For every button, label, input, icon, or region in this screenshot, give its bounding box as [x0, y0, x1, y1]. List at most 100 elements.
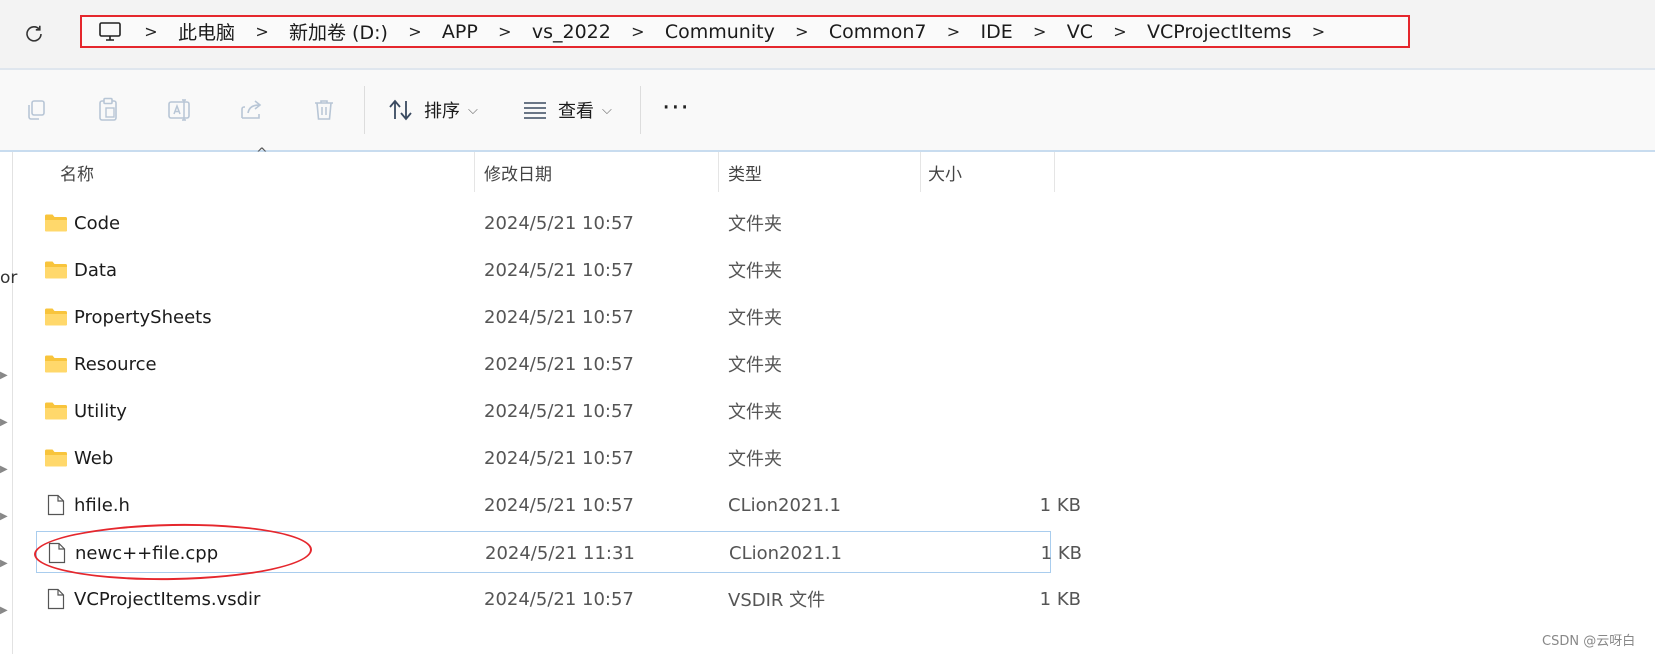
navigation-pane-edge[interactable] — [12, 152, 13, 654]
sort-icon — [389, 99, 412, 121]
breadcrumb-separator[interactable]: > — [1093, 22, 1147, 41]
file-name: Code — [74, 212, 121, 234]
file-name: Utility — [74, 400, 127, 422]
table-row[interactable]: PropertySheets 2024/5/21 10:57 文件夹 — [36, 296, 1051, 338]
view-list-icon — [524, 102, 546, 119]
file-size — [916, 343, 1081, 385]
table-row[interactable]: Web 2024/5/21 10:57 文件夹 — [36, 437, 1051, 479]
column-resize-handle[interactable] — [474, 152, 475, 192]
column-header-date[interactable]: 修改日期 — [484, 152, 714, 192]
expand-arrow-icon[interactable]: ▶ — [0, 370, 8, 381]
file-name: Web — [74, 447, 114, 469]
chevron-down-icon: ⌵ — [468, 102, 478, 118]
file-name-cell: Data — [44, 249, 117, 291]
file-date: 2024/5/21 10:57 — [484, 588, 634, 610]
sort-button[interactable]: 排序 ⌵ — [388, 95, 478, 125]
file-date: 2024/5/21 11:31 — [485, 542, 635, 564]
expand-arrow-icon[interactable]: ▶ — [0, 417, 8, 428]
address-bar-area: > 此电脑 > 新加卷 (D:) > APP > vs_2022 > Commu… — [0, 0, 1655, 68]
navigation-pane-label: or — [0, 268, 18, 288]
file-name: hfile.h — [74, 494, 130, 516]
breadcrumb-item[interactable]: VC — [1067, 21, 1093, 43]
table-row[interactable]: Resource 2024/5/21 10:57 文件夹 — [36, 343, 1051, 385]
rename-button[interactable] — [166, 96, 194, 124]
expand-arrow-icon[interactable]: ▶ — [0, 558, 8, 569]
file-date: 2024/5/21 10:57 — [484, 212, 634, 234]
column-header-size[interactable]: 大小 — [928, 152, 1048, 192]
breadcrumb-separator[interactable]: > — [1013, 22, 1067, 41]
chevron-down-icon: ⌵ — [602, 102, 612, 118]
column-resize-handle[interactable] — [718, 152, 719, 192]
file-size: 1 KB — [1039, 494, 1081, 516]
file-size — [916, 296, 1081, 338]
file-size — [916, 437, 1081, 479]
folder-icon — [44, 352, 68, 376]
file-icon — [44, 587, 68, 611]
column-resize-handle[interactable] — [1054, 152, 1055, 192]
file-name: Resource — [74, 353, 157, 375]
divider — [364, 86, 365, 134]
expand-arrow-icon[interactable]: ▶ — [0, 511, 8, 522]
breadcrumb-separator[interactable]: > — [775, 22, 829, 41]
table-row[interactable]: Utility 2024/5/21 10:57 文件夹 — [36, 390, 1051, 432]
file-type: 文件夹 — [728, 308, 782, 329]
file-name-cell: VCProjectItems.vsdir — [44, 578, 260, 620]
breadcrumb-separator[interactable]: > — [235, 22, 289, 41]
column-header-type[interactable]: 类型 — [728, 152, 918, 192]
breadcrumb-separator[interactable]: > — [611, 22, 665, 41]
file-name-cell: PropertySheets — [44, 296, 212, 338]
breadcrumb-item[interactable]: IDE — [980, 21, 1012, 43]
file-list: or ▶ ▶ ▶ ▶ ▶ ▶ ^ 名称 修改日期 类型 大小 Code 2024… — [0, 146, 1655, 654]
trash-icon — [315, 100, 333, 120]
more-options-button[interactable]: ··· — [662, 95, 690, 121]
paste-button[interactable] — [94, 96, 122, 124]
file-name-cell: Web — [44, 437, 113, 479]
file-name-cell: hfile.h — [44, 484, 130, 526]
table-row[interactable]: Code 2024/5/21 10:57 文件夹 — [36, 202, 1051, 244]
delete-button[interactable] — [310, 96, 338, 124]
breadcrumb-item[interactable]: vs_2022 — [532, 21, 611, 43]
copy-icon — [28, 100, 45, 120]
breadcrumb[interactable]: > 此电脑 > 新加卷 (D:) > APP > vs_2022 > Commu… — [80, 15, 1410, 48]
sort-label: 排序 — [424, 101, 460, 122]
file-size: 1 KB — [1040, 542, 1082, 564]
breadcrumb-item[interactable]: VCProjectItems — [1147, 21, 1291, 43]
rename-icon — [168, 99, 190, 121]
refresh-button[interactable] — [20, 20, 48, 48]
breadcrumb-item[interactable]: Community — [665, 21, 775, 43]
copy-button[interactable] — [22, 96, 50, 124]
file-size — [916, 202, 1081, 244]
file-type: 文件夹 — [728, 402, 782, 423]
table-row[interactable]: VCProjectItems.vsdir 2024/5/21 10:57 VSD… — [36, 578, 1081, 620]
view-button[interactable]: 查看 ⌵ — [522, 95, 612, 125]
folder-icon — [44, 446, 68, 470]
breadcrumb-item[interactable]: 新加卷 (D:) — [289, 18, 388, 45]
paste-icon — [99, 97, 117, 121]
table-row[interactable]: hfile.h 2024/5/21 10:57 CLion2021.1 1 KB — [36, 484, 1081, 526]
folder-icon — [44, 399, 68, 423]
breadcrumb-item[interactable]: 此电脑 — [178, 18, 235, 45]
expand-arrow-icon[interactable]: ▶ — [0, 605, 8, 616]
column-resize-handle[interactable] — [920, 152, 921, 192]
breadcrumb-separator[interactable]: > — [124, 22, 178, 41]
folder-icon — [44, 258, 68, 282]
breadcrumb-separator[interactable]: > — [1291, 22, 1345, 41]
file-type: CLion2021.1 — [729, 542, 843, 564]
column-header-name[interactable]: 名称 — [60, 152, 470, 192]
breadcrumb-separator[interactable]: > — [388, 22, 442, 41]
view-label: 查看 — [558, 101, 594, 122]
file-type: CLion2021.1 — [728, 494, 842, 516]
breadcrumb-separator[interactable]: > — [926, 22, 980, 41]
table-row[interactable]: Data 2024/5/21 10:57 文件夹 — [36, 249, 1051, 291]
file-name-cell: Code — [44, 202, 120, 244]
breadcrumb-item[interactable]: Common7 — [829, 21, 927, 43]
share-button[interactable] — [238, 96, 266, 124]
file-date: 2024/5/21 10:57 — [484, 306, 634, 328]
file-type: 文件夹 — [728, 214, 782, 235]
breadcrumb-separator[interactable]: > — [478, 22, 532, 41]
expand-arrow-icon[interactable]: ▶ — [0, 464, 8, 475]
command-bar: 排序 ⌵ 查看 ⌵ ··· — [0, 70, 1655, 150]
this-pc-icon[interactable] — [98, 19, 124, 45]
breadcrumb-item[interactable]: APP — [442, 21, 478, 43]
file-icon — [44, 493, 68, 517]
